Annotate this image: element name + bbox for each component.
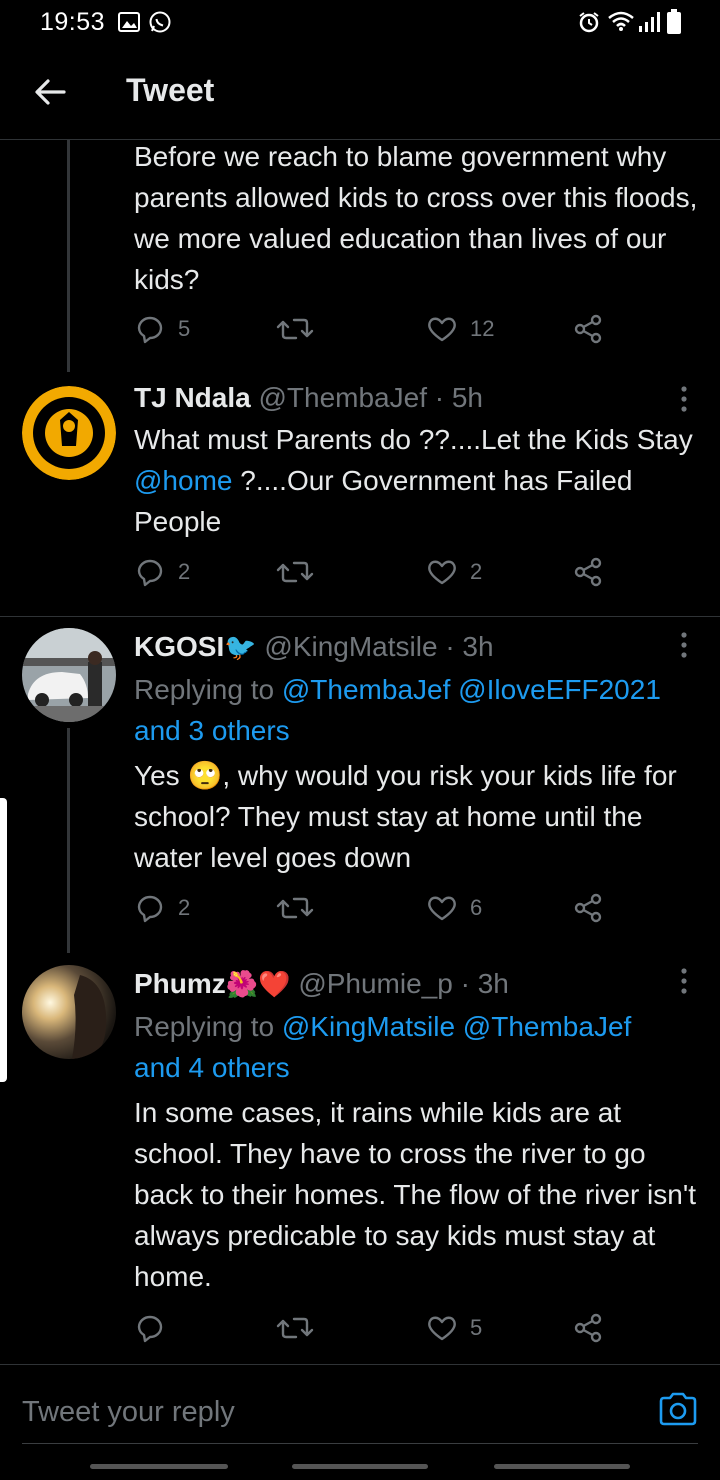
reply-button[interactable]: 2: [134, 891, 190, 925]
reply-input[interactable]: [22, 1387, 622, 1437]
more-icon[interactable]: [680, 632, 688, 658]
retweet-icon: [276, 1317, 314, 1339]
like-count: 6: [470, 895, 483, 920]
reply-icon: [137, 1315, 163, 1343]
composer-underline: [22, 1443, 698, 1444]
replying-to-links[interactable]: @KingMatsile @ThembaJef: [282, 1011, 631, 1042]
mention-link[interactable]: @home: [134, 465, 232, 496]
share-button[interactable]: [572, 1311, 604, 1345]
reply-button[interactable]: 2: [134, 555, 190, 589]
retweet-icon: [276, 318, 314, 340]
replying-to: Replying to @KingMatsile @ThembaJef and 4…: [134, 1011, 632, 1083]
parent-tweet-actions: 5 12: [134, 312, 614, 346]
share-button[interactable]: [572, 555, 604, 589]
like-button[interactable]: 6: [426, 891, 482, 925]
share-icon: [574, 314, 602, 344]
status-bar: 19:53: [0, 0, 720, 44]
whatsapp-icon: [149, 11, 171, 33]
avatar[interactable]: [22, 386, 116, 480]
thread-connector-kgosi: [67, 728, 70, 953]
author-handle: @Phumie_p · 3h: [298, 968, 509, 999]
reply-count: 2: [178, 895, 191, 920]
share-button[interactable]: [572, 891, 604, 925]
like-button[interactable]: 12: [426, 312, 494, 346]
retweet-icon: [276, 897, 314, 919]
nav-bar-right: [494, 1464, 630, 1469]
replying-to: Replying to @ThembaJef @IloveEFF2021 and …: [134, 674, 661, 746]
tweet-author-row: KGOSI🐦 @KingMatsile · 3h: [134, 629, 494, 665]
reply-count: 5: [178, 316, 191, 341]
like-count: 2: [470, 559, 483, 584]
author-name[interactable]: Phumz: [134, 968, 226, 999]
tweet-actions: 2 2: [134, 555, 614, 589]
name-emoji: 🌺❤️: [225, 969, 291, 999]
nav-bar-center: [292, 1464, 428, 1469]
tweet-actions: 5: [134, 1311, 614, 1345]
author-handle: @KingMatsile · 3h: [264, 631, 494, 662]
thread-connector-top: [67, 140, 70, 372]
share-icon: [574, 557, 602, 587]
reply-icon: [137, 559, 163, 587]
tweet-text: What must Parents do ??....Let the Kids …: [134, 424, 693, 537]
tweet-divider: [0, 616, 720, 617]
share-icon: [574, 893, 602, 923]
replying-to-others[interactable]: and 3 others: [134, 715, 290, 746]
like-icon: [428, 1316, 456, 1341]
like-button[interactable]: 5: [426, 1311, 482, 1345]
retweet-button[interactable]: [276, 891, 314, 925]
retweet-button[interactable]: [276, 1311, 314, 1345]
parent-tweet-text: Before we reach to blame government why …: [134, 141, 698, 295]
like-button[interactable]: 2: [426, 555, 482, 589]
reply-button[interactable]: [134, 1311, 178, 1345]
retweet-icon: [276, 561, 314, 583]
signal-icon: [639, 12, 660, 32]
like-icon: [428, 317, 456, 342]
reply-button[interactable]: 5: [134, 312, 190, 346]
edge-panel-handle[interactable]: [0, 798, 7, 1082]
nav-bar-left: [90, 1464, 228, 1469]
tweet-author-row: Phumz🌺❤️ @Phumie_p · 3h: [134, 966, 509, 1002]
author-name[interactable]: TJ Ndala: [134, 382, 251, 413]
retweet-button[interactable]: [276, 312, 326, 346]
like-icon: [428, 560, 456, 585]
replying-to-links[interactable]: @ThembaJef @IloveEFF2021: [282, 674, 661, 705]
camera-icon[interactable]: [658, 1391, 698, 1427]
share-button[interactable]: [572, 312, 604, 346]
back-arrow-icon[interactable]: [32, 74, 68, 110]
page-title: Tweet: [126, 72, 215, 108]
reply-icon: [137, 895, 163, 923]
reply-icon: [137, 316, 163, 344]
kaizer-chiefs-logo: [22, 386, 116, 480]
status-time: 19:53: [40, 8, 106, 36]
name-emoji: 🐦: [224, 632, 257, 662]
avatar[interactable]: [22, 965, 116, 1059]
tweet-author-row: TJ Ndala @ThembaJef · 5h: [134, 380, 483, 416]
wifi-icon: [608, 11, 634, 31]
author-name[interactable]: KGOSI: [134, 631, 224, 662]
top-app-bar: Tweet: [0, 44, 720, 140]
gallery-icon: [118, 12, 140, 32]
like-count: 5: [470, 1315, 483, 1340]
author-handle: @ThembaJef · 5h: [258, 382, 484, 413]
reply-composer: [0, 1364, 720, 1480]
rolling-eyes-emoji: 🙄: [187, 760, 223, 791]
avatar-photo: [22, 965, 116, 1059]
like-icon: [428, 896, 456, 921]
retweet-button[interactable]: [276, 555, 314, 589]
more-icon[interactable]: [680, 386, 688, 412]
tweet-text: Yes 🙄, why would you risk your kids life…: [134, 760, 677, 873]
share-icon: [574, 1313, 602, 1343]
avatar-photo: [22, 628, 116, 722]
reply-count: 2: [178, 559, 191, 584]
battery-icon: [667, 9, 681, 34]
more-icon[interactable]: [680, 968, 688, 994]
like-count: 12: [470, 316, 495, 341]
replying-to-others[interactable]: and 4 others: [134, 1052, 290, 1083]
alarm-icon: [579, 12, 599, 33]
tweet-actions: 2 6: [134, 891, 614, 925]
tweet-text: In some cases, it rains while kids are a…: [134, 1097, 696, 1292]
avatar[interactable]: [22, 628, 116, 722]
